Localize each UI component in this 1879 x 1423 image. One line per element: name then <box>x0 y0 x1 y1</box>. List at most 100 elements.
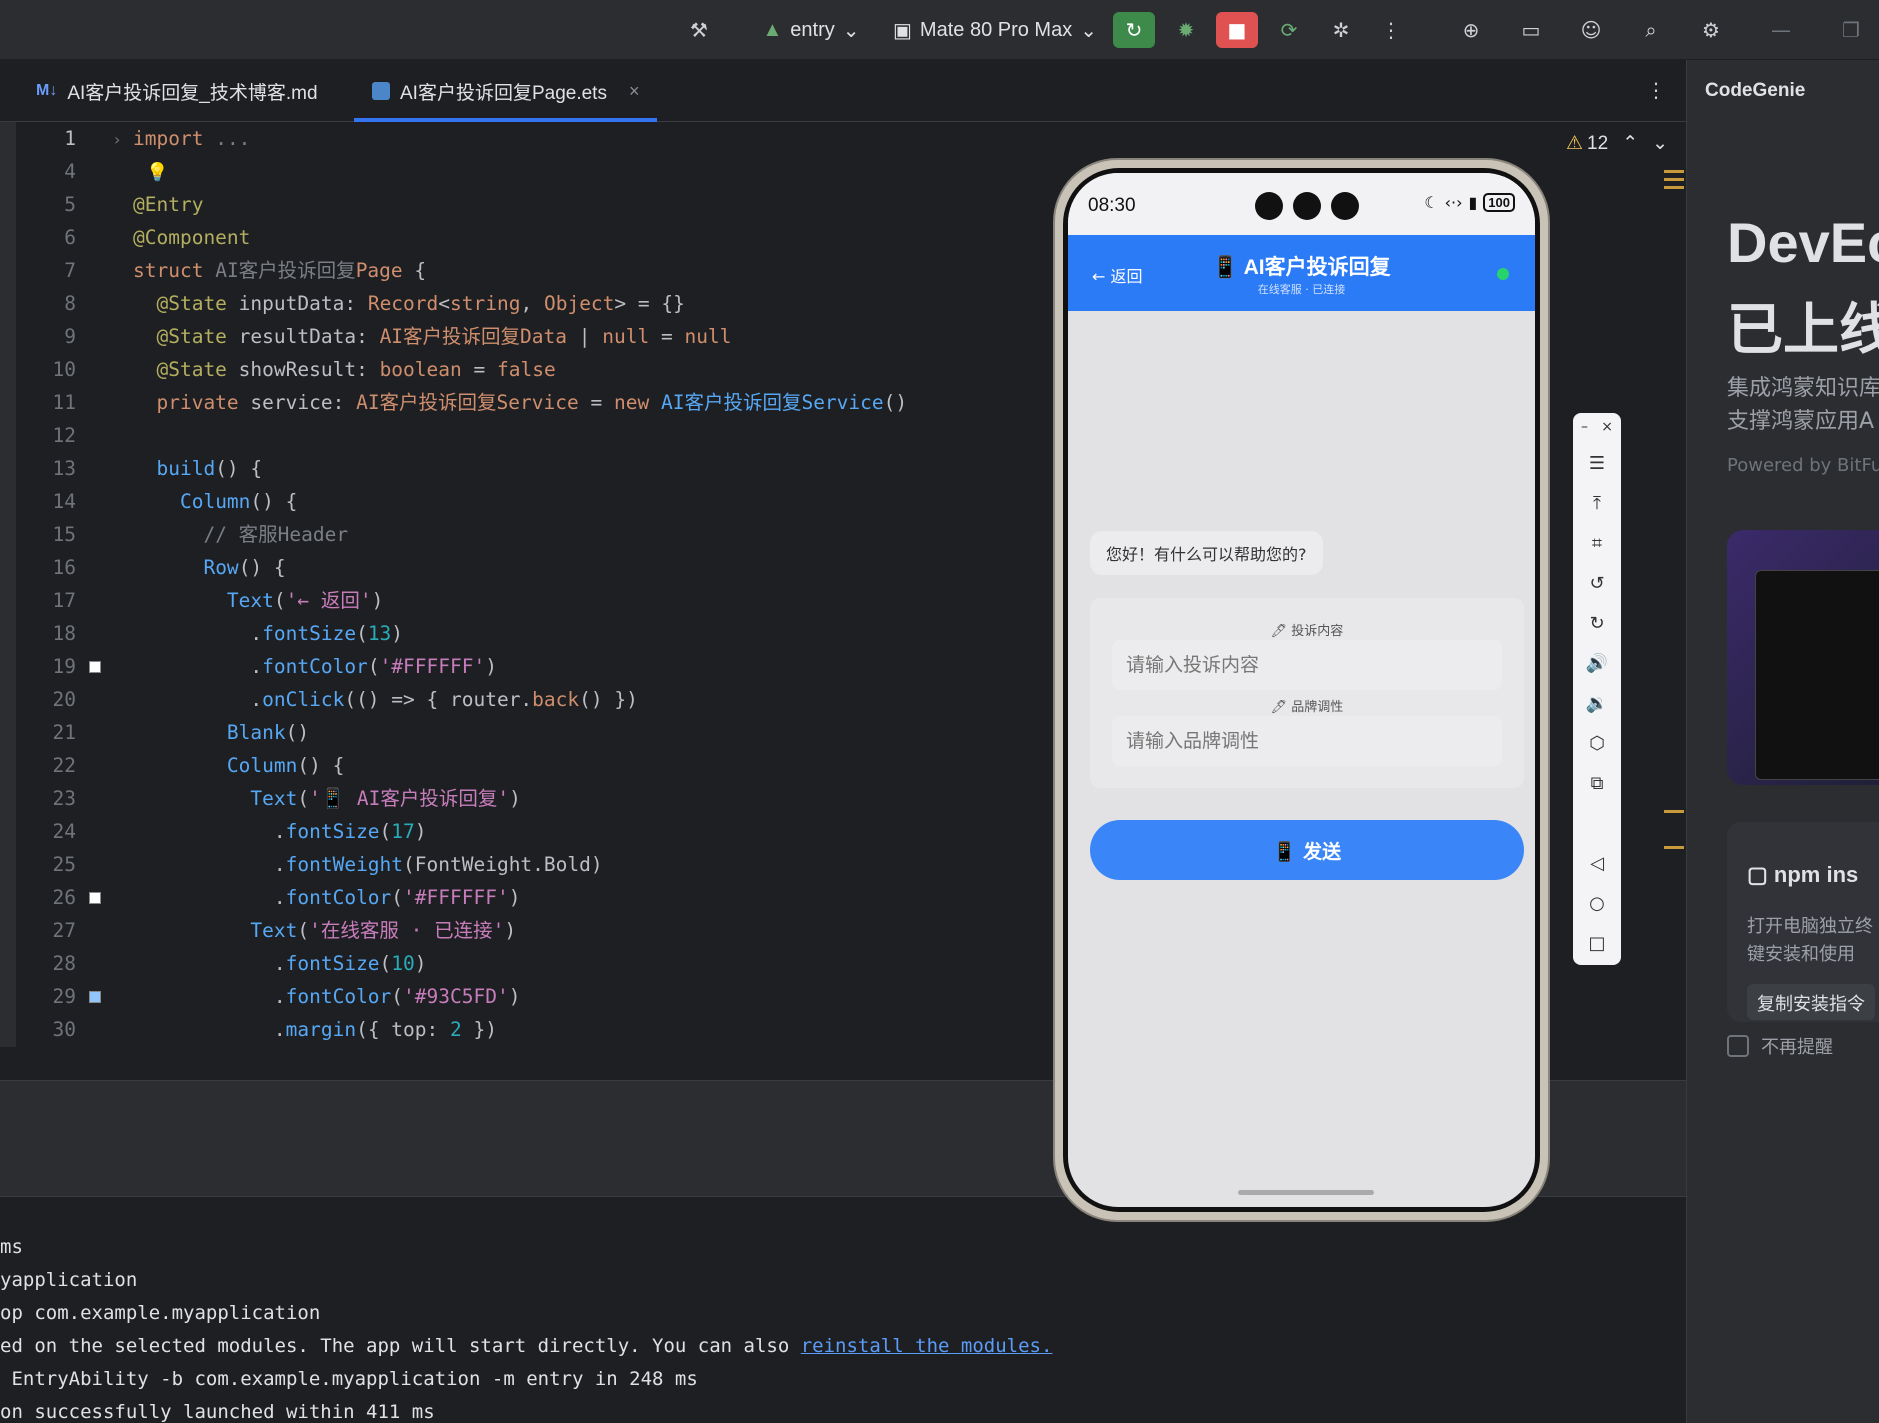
phone-screen[interactable]: 08:30 ☾ ‹·› ▮ 100 ← 返回 📱 AI客户投诉回复 在线客服 ·… <box>1068 173 1535 1207</box>
promo-image <box>1727 530 1879 785</box>
recent-nav-icon[interactable]: □ <box>1573 933 1621 954</box>
volume-up-icon[interactable]: 🔊 <box>1573 653 1621 674</box>
code-text: Text('← 返回') <box>226 589 384 612</box>
code-line[interactable]: 18 .fontSize(13) <box>16 617 1056 650</box>
line-number: 11 <box>52 391 76 414</box>
code-line[interactable]: 12 <box>16 419 1056 452</box>
menu-icon[interactable]: ☰ <box>1573 453 1621 474</box>
complaint-input[interactable]: 请输入投诉内容 <box>1112 640 1502 690</box>
code-line[interactable]: 27 Text('在线客服 · 已连接') <box>16 914 1056 947</box>
color-swatch-icon[interactable] <box>89 991 101 1003</box>
code-line[interactable]: 14 Column() { <box>16 485 1056 518</box>
rotate-right-icon[interactable]: ↻ <box>1573 613 1621 634</box>
pin-top-icon[interactable]: ⤒ <box>1573 493 1621 514</box>
tab-markdown[interactable]: M↓ AI客户投诉回复_技术博客.md <box>36 60 318 122</box>
color-swatch-icon[interactable] <box>89 661 101 673</box>
code-line[interactable]: 24 .fontSize(17) <box>16 815 1056 848</box>
home-indicator[interactable] <box>1238 1190 1374 1195</box>
search-icon[interactable]: ⌕ <box>1630 12 1672 48</box>
crop-icon[interactable]: ⌗ <box>1573 533 1621 554</box>
tabs-more-icon[interactable]: ⋮ <box>1635 72 1677 108</box>
code-line[interactable]: 28 .fontSize(10) <box>16 947 1056 980</box>
target-icon[interactable]: ⊕ <box>1450 12 1492 48</box>
no-remind-checkbox[interactable]: 不再提醒 <box>1727 1033 1833 1059</box>
profiler-icon[interactable]: ✲ <box>1320 12 1362 48</box>
checkbox[interactable] <box>1727 1035 1749 1057</box>
code-text: @Component <box>133 226 251 249</box>
left-stripe <box>0 122 16 1047</box>
code-line[interactable]: 29 .fontColor('#93C5FD') <box>16 980 1056 1013</box>
chevron-up-icon[interactable]: ⌃ <box>1622 132 1638 155</box>
debug-icon[interactable]: ✹ <box>1165 12 1207 48</box>
code-line[interactable]: 15 // 客服Header <box>16 518 1056 551</box>
code-text: Blank() <box>226 721 310 744</box>
console-output[interactable]: ms yapplication op com.example.myapplicati… <box>0 1197 1686 1423</box>
brand-tone-input[interactable]: 请输入品牌调性 <box>1112 716 1502 766</box>
code-line[interactable]: 5 @Entry <box>16 188 1056 221</box>
back-nav-icon[interactable]: ◁ <box>1573 853 1621 874</box>
shake-icon[interactable]: ⬡ <box>1573 733 1621 754</box>
folder-icon[interactable]: ▭ <box>1510 12 1552 48</box>
greeting-bubble: 您好！有什么可以帮助您的? <box>1090 531 1323 575</box>
code-line[interactable]: 7 struct AI客户投诉回复Page { <box>16 254 1056 287</box>
code-line[interactable]: 19 .fontColor('#FFFFFF') <box>16 650 1056 683</box>
line-number: 27 <box>52 919 76 942</box>
home-nav-icon[interactable]: ○ <box>1573 893 1621 914</box>
field-label-brand: 🖊 品牌调性 <box>1270 700 1344 715</box>
code-line[interactable]: 10 @State showResult: boolean = false <box>16 353 1056 386</box>
line-number: 21 <box>52 721 76 744</box>
rotate-left-icon[interactable]: ↺ <box>1573 573 1621 594</box>
phone-bezel: 08:30 ☾ ‹·› ▮ 100 ← 返回 📱 AI客户投诉回复 在线客服 ·… <box>1063 168 1540 1212</box>
code-line[interactable]: 26 .fontColor('#FFFFFF') <box>16 881 1056 914</box>
scroll-mark <box>1664 810 1684 813</box>
tab-ets[interactable]: AI客户投诉回复Page.ets × <box>354 60 658 122</box>
code-line[interactable]: 30 .margin({ top: 2 }) <box>16 1013 1056 1046</box>
code-line[interactable]: 1 import ... <box>16 122 1056 155</box>
more-icon[interactable]: ⋮ <box>1370 12 1412 48</box>
code-line[interactable]: 17 Text('← 返回') <box>16 584 1056 617</box>
code-line[interactable]: 25 .fontWeight(FontWeight.Bold) <box>16 848 1056 881</box>
inspection-widget[interactable]: ⚠ 12 ⌃ ⌄ <box>1566 132 1668 155</box>
color-swatch-icon[interactable] <box>89 892 101 904</box>
bulb-icon[interactable]: 💡 <box>146 162 168 183</box>
close-icon[interactable]: × <box>629 81 640 102</box>
line-number: 10 <box>52 358 76 381</box>
send-button[interactable]: 📱 发送 <box>1090 820 1524 880</box>
run-icon[interactable]: ↻ <box>1113 12 1155 48</box>
stop-icon[interactable]: ■ <box>1216 12 1258 48</box>
device-selector[interactable]: ▣ Mate 80 Pro Max ⌄ <box>890 12 1100 48</box>
module-selector[interactable]: ▲ entry ⌄ <box>756 12 866 48</box>
reinstall-modules-link[interactable]: reinstall the modules. <box>801 1335 1053 1357</box>
build-hammer-icon[interactable]: ⚒ <box>678 12 720 48</box>
code-line[interactable]: 23 Text('📱 AI客户投诉回复') <box>16 782 1056 815</box>
copy-install-button[interactable]: 复制安装指令 <box>1747 984 1875 1020</box>
code-line[interactable]: 13 build() { <box>16 452 1056 485</box>
apply-changes-icon[interactable]: ⟳ <box>1268 12 1310 48</box>
emu-minimize-close[interactable]: – × <box>1573 419 1621 435</box>
line-number: 9 <box>64 325 76 348</box>
chevron-down-icon[interactable]: ⌄ <box>1652 132 1668 155</box>
screenshot-icon[interactable]: ⧉ <box>1573 773 1621 794</box>
code-text: @Entry <box>133 193 204 216</box>
code-line[interactable]: 21 Blank() <box>16 716 1056 749</box>
code-line[interactable]: 6 @Component <box>16 221 1056 254</box>
code-text: .fontColor('#FFFFFF') <box>133 655 497 678</box>
npm-desc: 打开电脑独立终 <box>1747 916 1873 937</box>
code-line[interactable]: 4 <box>16 155 1056 188</box>
app-header: ← 返回 📱 AI客户投诉回复 在线客服 · 已连接 <box>1068 235 1535 311</box>
minimize-icon[interactable]: — <box>1760 12 1802 48</box>
volume-down-icon[interactable]: 🔉 <box>1573 693 1621 714</box>
code-line[interactable]: 22 Column() { <box>16 749 1056 782</box>
code-line[interactable]: 9 @State resultData: AI客户投诉回复Data | null… <box>16 320 1056 353</box>
restore-icon[interactable]: ❐ <box>1830 12 1872 48</box>
phone-emulator: 08:30 ☾ ‹·› ▮ 100 ← 返回 📱 AI客户投诉回复 在线客服 ·… <box>1055 160 1548 1220</box>
code-line[interactable]: 16 Row() { <box>16 551 1056 584</box>
settings-icon[interactable]: ⚙ <box>1690 12 1732 48</box>
line-number: 13 <box>52 457 76 480</box>
code-text: // 客服Header <box>203 523 349 546</box>
fold-icon[interactable]: › <box>114 130 120 149</box>
code-line[interactable]: 20 .onClick(() => { router.back() }) <box>16 683 1056 716</box>
code-line[interactable]: 8 @State inputData: Record<string, Objec… <box>16 287 1056 320</box>
code-line[interactable]: 11 private service: AI客户投诉回复Service = ne… <box>16 386 1056 419</box>
account-icon[interactable]: ☺ <box>1570 12 1612 48</box>
